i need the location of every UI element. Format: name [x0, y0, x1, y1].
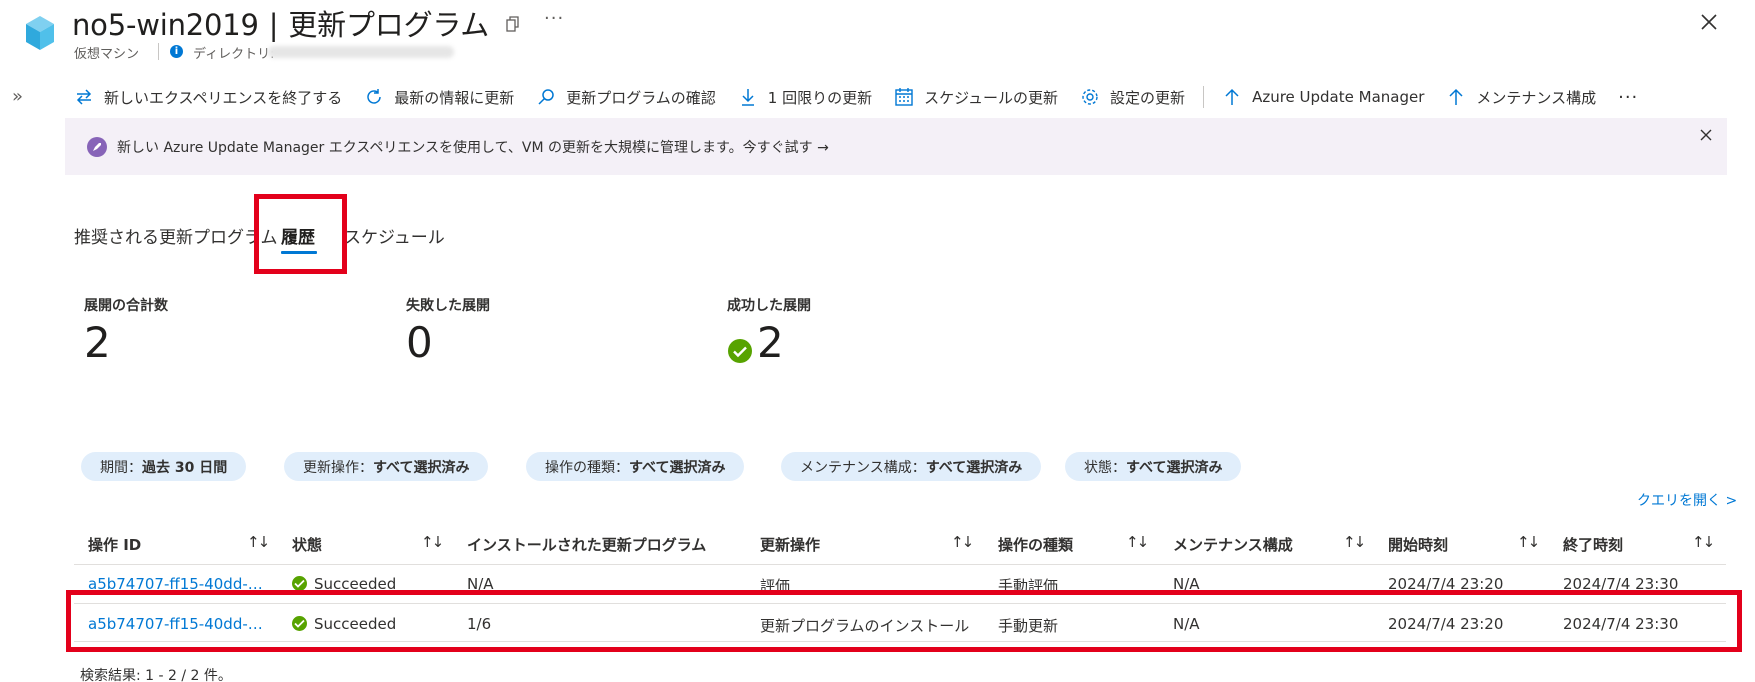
toolbar-label: 設定の更新	[1110, 88, 1186, 107]
info-banner: 新しい Azure Update Manager エクスペリエンスを使用して、V…	[65, 118, 1727, 175]
toolbar-label: スケジュールの更新	[924, 88, 1059, 107]
close-icon[interactable]	[1699, 128, 1713, 142]
highlight-box	[254, 194, 347, 274]
resource-type: 仮想マシン	[74, 47, 140, 62]
copy-icon[interactable]	[506, 16, 520, 32]
more-icon[interactable]: ···	[544, 8, 564, 29]
filter-name: 更新操作：	[303, 459, 373, 476]
calendar-icon	[895, 88, 913, 106]
sort-icon[interactable]: ↑↓	[1343, 533, 1366, 551]
toolbar-label: 1 回限りの更新	[767, 88, 873, 107]
search-icon	[538, 89, 554, 105]
swap-icon	[76, 89, 92, 105]
stat-total-value: 2	[84, 318, 111, 367]
toolbar-label: Azure Update Manager	[1252, 88, 1425, 106]
arrow-up-icon	[1449, 88, 1463, 105]
virtual-machine-icon	[26, 16, 54, 50]
sort-icon[interactable]: ↑↓	[1126, 533, 1149, 551]
filter-value: 過去 30 日間	[142, 459, 228, 476]
filter-name: 操作の種類：	[545, 459, 629, 476]
refresh-button[interactable]: 最新の情報に更新	[364, 87, 514, 108]
stat-failed-label: 失敗した展開	[406, 298, 490, 314]
divider	[158, 43, 159, 60]
rocket-icon	[87, 136, 107, 157]
gear-icon	[1082, 89, 1098, 105]
filter-maintenance-configuration[interactable]: メンテナンス構成： すべて選択済み	[781, 452, 1042, 481]
column-header-status[interactable]: 状態	[292, 534, 322, 555]
tab-recommended-updates[interactable]: 推奨される更新プログラム	[74, 223, 278, 248]
banner-text[interactable]: 新しい Azure Update Manager エクスペリエンスを使用して、V…	[117, 137, 829, 157]
column-header-operation-type[interactable]: 操作の種類	[998, 534, 1073, 555]
azure-update-manager-button[interactable]: Azure Update Manager	[1222, 87, 1424, 107]
filter-update-operation[interactable]: 更新操作： すべて選択済み	[284, 452, 489, 481]
refresh-icon	[367, 89, 381, 104]
stat-failed-value: 0	[406, 318, 433, 367]
filter-period[interactable]: 期間： 過去 30 日間	[81, 452, 247, 481]
filter-value: すべて選択済み	[629, 459, 726, 476]
filter-value: すべて選択済み	[1126, 459, 1223, 476]
update-settings-button[interactable]: 設定の更新	[1080, 87, 1185, 108]
sort-icon[interactable]: ↑↓	[951, 533, 974, 551]
column-header-start-time[interactable]: 開始時刻	[1388, 534, 1448, 555]
column-header-installed-updates[interactable]: インストールされた更新プログラム	[467, 534, 706, 555]
toolbar-label: 更新プログラムの確認	[566, 88, 716, 107]
filter-name: メンテナンス構成：	[800, 459, 926, 476]
filter-status[interactable]: 状態： すべて選択済み	[1065, 452, 1242, 481]
stat-total-label: 展開の合計数	[84, 298, 168, 314]
success-check-icon	[728, 339, 752, 363]
close-icon[interactable]	[1697, 10, 1721, 34]
toolbar-divider	[1203, 86, 1205, 108]
toolbar-label: メンテナンス構成	[1476, 88, 1597, 107]
sort-icon[interactable]: ↑↓	[247, 533, 270, 551]
success-check-icon	[292, 576, 307, 591]
column-header-update-operation[interactable]: 更新操作	[760, 534, 820, 555]
schedule-update-button[interactable]: スケジュールの更新	[894, 87, 1058, 108]
stat-succeeded-value: 2	[757, 318, 784, 367]
directory-value-redacted	[268, 46, 454, 58]
sort-icon[interactable]: ↑↓	[1692, 533, 1715, 551]
column-header-operation-id[interactable]: 操作 ID	[88, 534, 141, 555]
stat-succeeded-label: 成功した展開	[727, 298, 811, 314]
command-bar: 新しいエクスペリエンスを終了する 最新の情報に更新 更新プログラムの確認 1 回…	[74, 82, 1638, 112]
results-count: 検索結果: 1 - 2 / 2 件。	[80, 668, 232, 682]
filter-value: すべて選択済み	[373, 459, 470, 476]
sort-icon[interactable]: ↑↓	[1517, 533, 1540, 551]
more-commands-icon[interactable]: ···	[1618, 87, 1638, 108]
filter-operation-type[interactable]: 操作の種類： すべて選択済み	[526, 452, 745, 481]
open-query-link[interactable]: クエリを開く >	[1637, 490, 1737, 510]
arrow-up-icon	[1225, 88, 1239, 105]
expand-sidebar-icon[interactable]: »	[12, 86, 23, 107]
directory-label: ディレクトリ:	[193, 47, 275, 62]
one-time-update-button[interactable]: 1 回限りの更新	[738, 87, 872, 108]
check-updates-button[interactable]: 更新プログラムの確認	[536, 87, 716, 108]
filter-value: すべて選択済み	[925, 459, 1023, 476]
toolbar-label: 新しいエクスペリエンスを終了する	[104, 88, 343, 107]
maintenance-configuration-button[interactable]: メンテナンス構成	[1446, 87, 1596, 108]
exit-new-experience-button[interactable]: 新しいエクスペリエンスを終了する	[74, 87, 342, 108]
info-icon: i	[170, 45, 183, 58]
tab-schedule[interactable]: スケジュール	[344, 223, 445, 248]
sort-icon[interactable]: ↑↓	[421, 533, 444, 551]
column-header-end-time[interactable]: 終了時刻	[1563, 534, 1623, 555]
toolbar-label: 最新の情報に更新	[394, 88, 515, 107]
column-header-maintenance-configuration[interactable]: メンテナンス構成	[1173, 534, 1293, 555]
highlight-box	[66, 590, 1742, 652]
table-header-divider	[74, 564, 1726, 565]
page-title: no5-win2019 | 更新プログラム	[72, 8, 490, 42]
filter-name: 期間：	[100, 459, 142, 476]
download-icon	[741, 89, 754, 106]
filter-name: 状態：	[1084, 459, 1126, 476]
